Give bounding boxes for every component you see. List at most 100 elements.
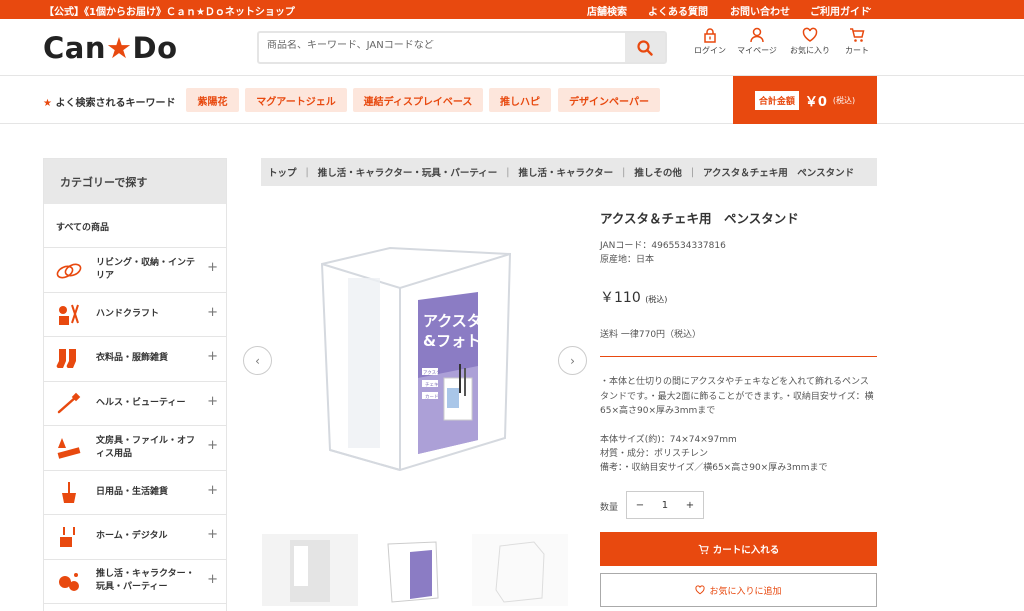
toplink-contact[interactable]: お問い合わせ [730, 3, 790, 18]
expand-plus-icon[interactable]: + [207, 350, 218, 363]
sidebar-item-craft[interactable]: ハンドクラフト + [44, 293, 226, 337]
heart-icon [802, 27, 818, 42]
sidebar-item-label: 日用品・生活雑貨 [96, 486, 169, 497]
chevron-down-icon[interactable]: ⌄ [866, 3, 873, 12]
carousel-prev-button[interactable]: ‹ [243, 346, 272, 375]
sidebar-item-clothing[interactable]: 衣料品・服飾雑貨 + [44, 337, 226, 382]
product-price-tax: (税込) [645, 295, 668, 304]
broom-icon [62, 481, 76, 503]
party-icon [59, 572, 79, 591]
expand-plus-icon[interactable]: + [207, 439, 218, 452]
package-tag: カード [425, 394, 439, 400]
cart-icon [698, 544, 709, 554]
socks-icon [56, 349, 76, 368]
cart-icon [850, 28, 865, 42]
cart-total-amount: ￥0 [804, 94, 827, 110]
divider [600, 356, 877, 357]
lock-icon [704, 28, 716, 43]
expand-plus-icon[interactable]: + [207, 573, 218, 586]
star-icon: ★ [43, 98, 52, 109]
keyword-chip[interactable]: 連結ディスプレイベース [353, 88, 483, 112]
header: Can★Do ログイン マイページ お気に入り カート [0, 19, 1024, 76]
add-to-favorites-label: お気に入りに追加 [709, 586, 782, 597]
top-bar: 【公式】《1個からお届け》Ｃａｎ★Ｄｏネットショップ 店舗検索 よくある質問 お… [0, 0, 1024, 19]
expand-plus-icon[interactable]: + [207, 306, 218, 319]
keyword-label: ★ よく検索されるキーワード [43, 94, 175, 109]
beauty-icon [57, 392, 81, 413]
search-button[interactable] [625, 33, 665, 62]
product-material: 材質・成分：ポリスチレン [600, 449, 709, 459]
expand-plus-icon[interactable]: + [207, 484, 218, 497]
favorites-label: お気に入り [790, 46, 830, 55]
product-title: アクスタ＆チェキ用 ペンスタンド [600, 211, 799, 226]
cart-total[interactable]: 合計金額 ￥0 (税込) [733, 76, 877, 124]
add-to-cart-button[interactable]: カートに入れる [600, 532, 877, 566]
search-icon [637, 39, 653, 56]
search-input[interactable] [267, 40, 627, 51]
sidebar-item-all[interactable]: すべての商品 [44, 204, 226, 248]
living-icon [56, 263, 82, 279]
sidebar-item-beauty[interactable]: ヘルス・ビューティー + [44, 382, 226, 426]
expand-plus-icon[interactable]: + [207, 528, 218, 541]
quantity-value[interactable]: 1 [662, 500, 668, 511]
sidebar-item-label: 衣料品・服飾雑貨 [96, 353, 169, 364]
product-thumbnail-active[interactable] [366, 534, 462, 606]
quantity-plus-button[interactable]: + [686, 500, 694, 511]
toplink-guide[interactable]: ご利用ガイド [810, 3, 870, 18]
keyword-label-text: よく検索されるキーワード [55, 98, 176, 109]
cart-total-label: 合計金額 [754, 90, 799, 110]
breadcrumb-separator: | [305, 166, 309, 178]
cart-total-tax: (税込) [832, 95, 856, 105]
keyword-chip[interactable]: マグアートジェル [245, 88, 347, 112]
carousel-next-button[interactable]: › [558, 346, 587, 375]
product-thumbnail[interactable] [262, 534, 358, 606]
sidebar-item-label: 文房具・ファイル・オフィス用品 [96, 435, 196, 459]
sidebar-item-label: ホーム・デジタル [96, 531, 168, 542]
breadcrumb-separator: | [506, 166, 510, 178]
stationery-icon [57, 438, 81, 459]
breadcrumb-item[interactable]: 推しその他 [634, 165, 682, 179]
sidebar-item-living[interactable]: リビング・収納・インテリア + [44, 248, 226, 293]
breadcrumb-item[interactable]: 推し活・キャラクター [518, 165, 613, 179]
sidebar-item-label: ハンドクラフト [96, 308, 160, 319]
expand-plus-icon[interactable]: + [207, 395, 218, 408]
home-digital-icon [60, 527, 75, 547]
breadcrumb-item[interactable]: 推し活・キャラクター・玩具・パーティー [318, 165, 498, 179]
add-to-cart-label: カートに入れる [712, 545, 780, 556]
product-price: ￥110 (税込) [600, 287, 667, 307]
package-title-line1: アクスタ [423, 312, 482, 330]
logo-text-do: Do [132, 31, 178, 65]
toplink-faq[interactable]: よくある質問 [648, 3, 708, 18]
add-to-favorites-button[interactable]: お気に入りに追加 [600, 573, 877, 607]
quantity-minus-button[interactable]: − [636, 500, 644, 511]
logo[interactable]: Can★Do [43, 31, 178, 65]
mypage-label: マイページ [737, 46, 777, 55]
toplink-store-search[interactable]: 店舗検索 [587, 3, 627, 18]
craft-icon [59, 304, 79, 325]
sidebar-item-label: ヘルス・ビューティー [96, 397, 186, 408]
sidebar-item-stationery[interactable]: 文房具・ファイル・オフィス用品 + [44, 426, 226, 471]
cart-link[interactable]: カート [827, 27, 887, 56]
heart-icon [695, 585, 706, 595]
product-thumbnail[interactable] [472, 534, 568, 606]
shipping-info: 送料 一律770円（税込） [600, 330, 702, 340]
package-tag: チェキ [425, 382, 439, 388]
chevron-right-icon: › [570, 353, 575, 368]
quantity-stepper: − 1 + [626, 491, 704, 519]
product-image: アクスタ &フォト アクスタ チェキ カード [320, 246, 512, 472]
breadcrumb-item[interactable]: トップ [268, 165, 297, 179]
mypage-link[interactable]: マイページ [727, 27, 787, 56]
keyword-chip[interactable]: デザインペーパー [558, 88, 660, 112]
product-description: ・本体と仕切りの間にアクスタやチェキなどを入れて飾れるペンスタンドです。・最大2… [600, 377, 874, 416]
keyword-chip[interactable]: 紫陽花 [186, 88, 239, 112]
logo-star-icon: ★ [106, 31, 133, 65]
chevron-left-icon: ‹ [255, 353, 260, 368]
sidebar-item-oshi[interactable]: 推し活・キャラクター・玩具・パーティー + [44, 560, 226, 604]
sidebar-item-home-digital[interactable]: ホーム・デジタル + [44, 515, 226, 560]
sidebar-title: カテゴリーで探す [44, 159, 226, 204]
keyword-chip[interactable]: 推しハピ [489, 88, 551, 112]
breadcrumb-separator: | [690, 166, 695, 178]
sidebar-item-daily[interactable]: 日用品・生活雑貨 + [44, 471, 226, 515]
breadcrumb: トップ | 推し活・キャラクター・玩具・パーティー | 推し活・キャラクター | 推し… [261, 158, 877, 186]
expand-plus-icon[interactable]: + [207, 261, 218, 274]
